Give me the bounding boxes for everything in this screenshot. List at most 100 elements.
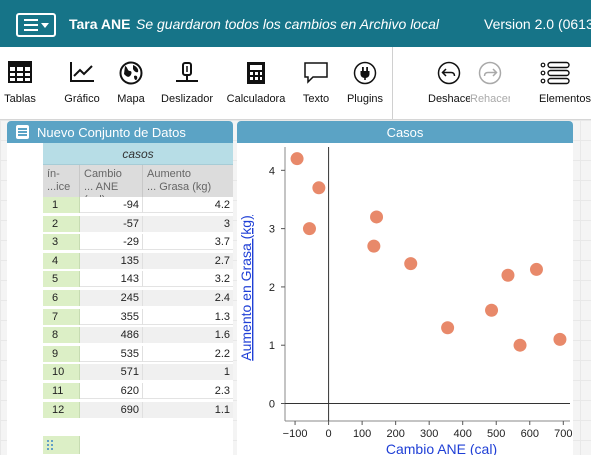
data-point[interactable]	[302, 222, 316, 236]
redo-button[interactable]: Rehacer	[470, 47, 510, 119]
row-index-cell[interactable]: 8	[43, 327, 80, 344]
redo-label: Rehacer	[470, 93, 510, 105]
aumento-cell[interactable]: 1	[143, 364, 233, 381]
y-tick-label: 1	[269, 340, 275, 352]
table-tile-title[interactable]: Nuevo Conjunto de Datos	[37, 125, 186, 140]
elements-button[interactable]: Elementos	[533, 47, 591, 119]
table-row[interactable]: 8 486 1.6	[43, 327, 233, 344]
x-tick-label: 500	[487, 428, 505, 440]
column-header-line: Cambio	[84, 168, 122, 180]
table-row[interactable]: 6 245 2.4	[43, 290, 233, 306]
row-index-cell[interactable]: 2	[43, 215, 80, 232]
table-row[interactable]: 1 -94 4.2	[43, 197, 233, 213]
table-row[interactable]: 4 135 2.7	[43, 252, 233, 269]
speech-bubble-icon	[304, 62, 328, 84]
row-index-cell[interactable]: 4	[43, 252, 80, 269]
column-header-cambio[interactable]: Cambio ... ANE (cal)	[80, 165, 143, 197]
data-point[interactable]	[441, 321, 455, 335]
cambio-cell[interactable]: 245	[80, 290, 143, 306]
row-index-cell[interactable]: 9	[43, 345, 80, 362]
table-row[interactable]: 10 571 1	[43, 364, 233, 381]
aumento-cell[interactable]: 2.4	[143, 290, 233, 306]
aumento-cell[interactable]: 2.3	[143, 383, 233, 399]
plugins-tool-button[interactable]: Plugins	[343, 47, 387, 119]
document-name[interactable]: Tara ANE	[69, 16, 130, 32]
aumento-cell[interactable]: 4.2	[143, 197, 233, 213]
cambio-cell[interactable]: 620	[80, 383, 143, 399]
row-index-cell[interactable]: 1	[43, 197, 80, 213]
cambio-cell[interactable]: 355	[80, 308, 143, 325]
slider-icon	[176, 62, 198, 82]
table-row[interactable]: 5 143 3.2	[43, 271, 233, 288]
tool-label: Plugins	[346, 93, 384, 105]
map-tool-button[interactable]: Mapa	[114, 47, 148, 119]
data-point[interactable]	[290, 152, 304, 166]
graph-icon	[70, 62, 94, 82]
table-row[interactable]: 9 535 2.2	[43, 345, 233, 362]
table-icon[interactable]	[16, 125, 29, 139]
new-row-index-cell[interactable]	[43, 436, 80, 454]
row-index-cell[interactable]: 10	[43, 364, 80, 381]
x-axis-label[interactable]: Cambio ANE (cal)	[386, 441, 497, 455]
undo-button[interactable]: Deshace	[428, 47, 470, 119]
cambio-cell[interactable]: 143	[80, 271, 143, 288]
table-row[interactable]: 12 690 1.1	[43, 401, 233, 418]
cambio-cell[interactable]: -29	[80, 234, 143, 251]
row-index-cell[interactable]: 11	[43, 383, 80, 399]
x-tick-label: −100	[283, 428, 308, 440]
data-point[interactable]	[370, 210, 384, 224]
aumento-cell[interactable]: 2.7	[143, 252, 233, 269]
data-point[interactable]	[513, 338, 527, 352]
hamburger-menu-button[interactable]	[16, 13, 56, 37]
tables-tool-button[interactable]: Tablas	[2, 47, 38, 119]
data-point[interactable]	[553, 332, 567, 346]
aumento-cell[interactable]: 1.1	[143, 401, 233, 418]
elements-list-icon	[540, 61, 570, 85]
table-row[interactable]: 3 -29 3.7	[43, 234, 233, 251]
data-point[interactable]	[529, 262, 543, 276]
row-index-cell[interactable]: 3	[43, 234, 80, 251]
table-tile-header[interactable]: Nuevo Conjunto de Datos	[7, 121, 233, 143]
x-tick-label: 100	[353, 428, 371, 440]
scatter-plot[interactable]: −100 0 100 200 300 400 500 600 700 0 1 2 3 4 Cambio AN…	[237, 121, 573, 455]
aumento-cell[interactable]: 2.2	[143, 346, 233, 362]
aumento-cell[interactable]: 3	[143, 215, 233, 232]
drag-handle-icon[interactable]	[47, 440, 55, 450]
cambio-cell[interactable]: -94	[80, 197, 143, 213]
data-point[interactable]	[404, 257, 418, 271]
cambio-cell[interactable]: 690	[80, 401, 143, 418]
cambio-cell[interactable]: 135	[80, 252, 143, 269]
aumento-cell[interactable]: 3.7	[143, 234, 233, 250]
y-axis-label[interactable]: Aumento en Grasa (kg)	[238, 215, 254, 361]
aumento-cell[interactable]: 1.3	[143, 309, 233, 325]
column-header-index[interactable]: ín- ...ice	[43, 165, 80, 197]
table-row[interactable]: 11 620 2.3	[43, 383, 233, 399]
graph-tile[interactable]: Casos −100 0 100 200 300 400 500 600 700 0 1 2 3 4 Cam…	[237, 121, 573, 455]
graph-tool-button[interactable]: Gráfico	[60, 47, 104, 119]
data-point[interactable]	[485, 303, 499, 317]
slider-tool-button[interactable]: Deslizador	[159, 47, 215, 119]
row-index-cell[interactable]: 5	[43, 271, 80, 288]
row-index-cell[interactable]: 7	[43, 308, 80, 325]
data-point[interactable]	[367, 239, 381, 253]
row-index-cell[interactable]: 12	[43, 401, 80, 418]
plug-icon	[353, 61, 377, 85]
cambio-cell[interactable]: -57	[80, 215, 143, 232]
case-table-tile[interactable]: Nuevo Conjunto de Datos casos ín- ...ice…	[7, 121, 233, 455]
new-case-row[interactable]	[43, 436, 233, 454]
aumento-cell[interactable]: 3.2	[143, 271, 233, 287]
caret-down-icon	[40, 22, 49, 28]
cambio-cell[interactable]: 486	[80, 327, 143, 344]
data-point[interactable]	[501, 268, 515, 282]
cambio-cell[interactable]: 571	[80, 364, 143, 381]
row-index-cell[interactable]: 6	[43, 290, 80, 306]
calculator-tool-button[interactable]: Calculadora	[223, 47, 289, 119]
column-header-aumento[interactable]: Aumento ... Grasa (kg)	[143, 165, 233, 197]
table-row[interactable]: 7 355 1.3	[43, 308, 233, 325]
data-point[interactable]	[312, 181, 326, 195]
tool-label: Texto	[302, 93, 330, 105]
table-row[interactable]: 2 -57 3	[43, 215, 233, 232]
aumento-cell[interactable]: 1.6	[143, 327, 233, 344]
cambio-cell[interactable]: 535	[80, 345, 143, 362]
text-tool-button[interactable]: Texto	[298, 47, 334, 119]
